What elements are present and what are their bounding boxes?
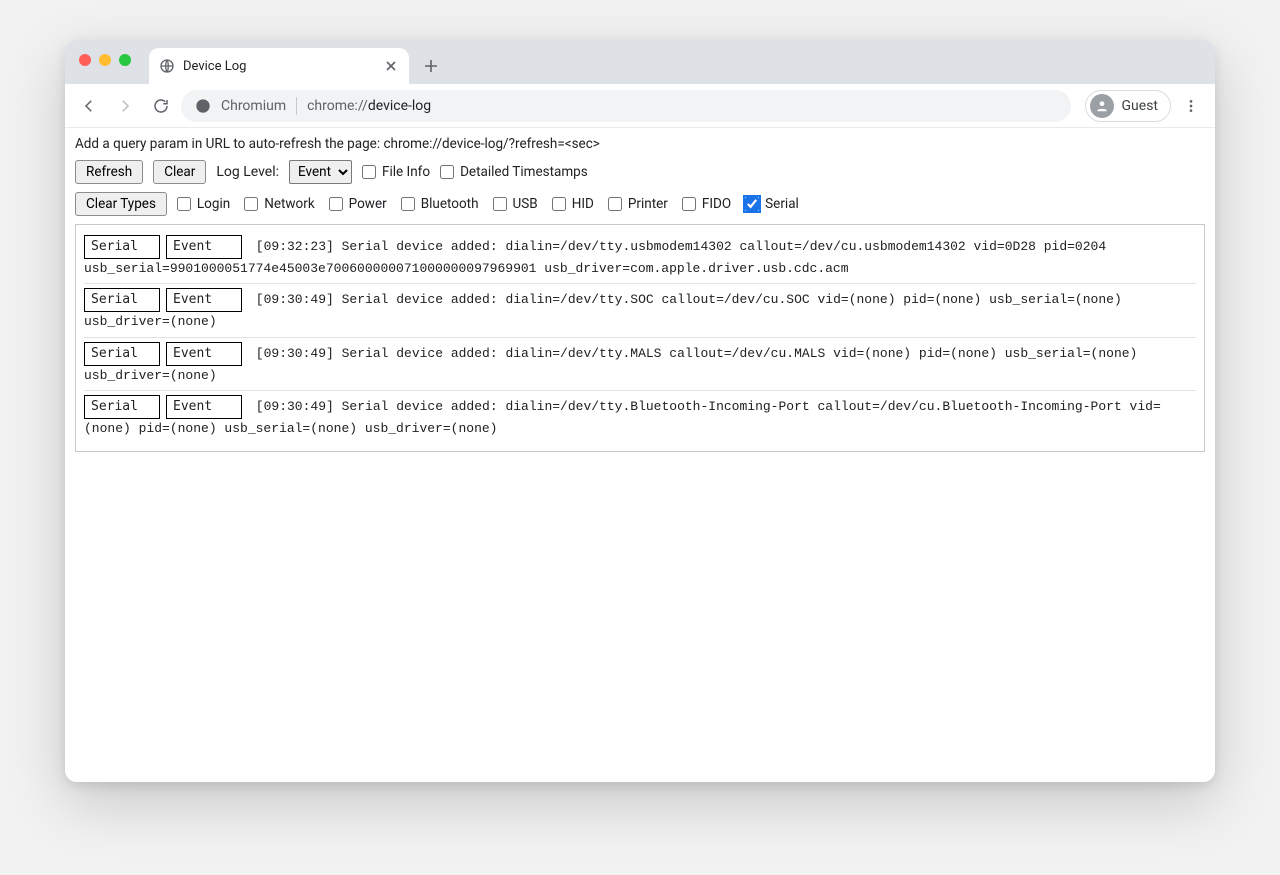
type-checkbox-group: Login Network Power Bluetooth USB HID Printer F… bbox=[177, 196, 799, 212]
new-tab-button[interactable] bbox=[417, 52, 445, 80]
clear-button[interactable]: Clear bbox=[153, 160, 206, 184]
log-level-label: Log Level: bbox=[216, 164, 279, 180]
profile-button[interactable]: Guest bbox=[1085, 90, 1171, 122]
log-entry: SerialEvent [09:30:49] Serial device add… bbox=[84, 283, 1196, 336]
type-checkbox-hid[interactable]: HID bbox=[552, 196, 594, 212]
type-checkbox-text-usb: USB bbox=[513, 196, 538, 212]
file-info-text: File Info bbox=[382, 164, 430, 180]
omnibox-separator bbox=[296, 97, 297, 115]
detailed-timestamps-checkbox[interactable] bbox=[440, 165, 454, 179]
url-scheme: chrome:// bbox=[307, 98, 368, 114]
log-entry: SerialEvent [09:30:49] Serial device add… bbox=[84, 337, 1196, 390]
log-message: [09:30:49] Serial device added: dialin=/… bbox=[84, 399, 1161, 436]
type-checkbox-input-serial[interactable] bbox=[745, 197, 759, 211]
address-bar[interactable]: Chromium chrome://device-log bbox=[181, 90, 1071, 122]
reload-button[interactable] bbox=[145, 90, 177, 122]
type-checkbox-text-network: Network bbox=[264, 196, 314, 212]
url-path: device-log bbox=[368, 98, 431, 114]
type-checkbox-network[interactable]: Network bbox=[244, 196, 314, 212]
globe-icon bbox=[159, 58, 175, 74]
type-checkbox-fido[interactable]: FIDO bbox=[682, 196, 731, 212]
kebab-menu-button[interactable] bbox=[1175, 90, 1207, 122]
type-checkbox-input-power[interactable] bbox=[329, 197, 343, 211]
log-category-tag: Serial bbox=[84, 288, 160, 312]
type-checkbox-usb[interactable]: USB bbox=[493, 196, 538, 212]
site-info-icon[interactable] bbox=[195, 98, 211, 114]
browser-toolbar: Chromium chrome://device-log Guest bbox=[65, 84, 1215, 128]
tab-strip: Device Log bbox=[65, 40, 1215, 84]
type-checkbox-input-hid[interactable] bbox=[552, 197, 566, 211]
type-checkbox-printer[interactable]: Printer bbox=[608, 196, 668, 212]
log-level-tag: Event bbox=[166, 395, 242, 419]
profile-label: Guest bbox=[1122, 98, 1158, 114]
log-level-select[interactable]: Event bbox=[289, 160, 352, 184]
controls-row-1: Refresh Clear Log Level: Event File Info… bbox=[75, 160, 1205, 184]
type-checkbox-input-network[interactable] bbox=[244, 197, 258, 211]
type-checkbox-serial[interactable]: Serial bbox=[745, 196, 799, 212]
tab-title: Device Log bbox=[183, 59, 375, 74]
avatar-icon bbox=[1090, 94, 1114, 118]
type-checkbox-text-hid: HID bbox=[572, 196, 594, 212]
log-message: [09:30:49] Serial device added: dialin=/… bbox=[84, 346, 1137, 383]
site-label: Chromium bbox=[221, 98, 286, 114]
detailed-timestamps-text: Detailed Timestamps bbox=[460, 164, 588, 180]
type-checkbox-text-printer: Printer bbox=[628, 196, 668, 212]
tab-close-button[interactable] bbox=[383, 58, 399, 74]
log-level-tag: Event bbox=[166, 342, 242, 366]
type-checkbox-power[interactable]: Power bbox=[329, 196, 387, 212]
log-panel: SerialEvent [09:32:23] Serial device add… bbox=[75, 224, 1205, 452]
type-checkbox-text-fido: FIDO bbox=[702, 196, 731, 212]
log-category-tag: Serial bbox=[84, 342, 160, 366]
back-button[interactable] bbox=[73, 90, 105, 122]
detailed-timestamps-checkbox-label[interactable]: Detailed Timestamps bbox=[440, 164, 588, 180]
type-checkbox-login[interactable]: Login bbox=[177, 196, 230, 212]
type-checkbox-input-usb[interactable] bbox=[493, 197, 507, 211]
log-entry: SerialEvent [09:30:49] Serial device add… bbox=[84, 390, 1196, 443]
controls-row-2: Clear Types Login Network Power Bluetooth US… bbox=[75, 192, 1205, 216]
refresh-button[interactable]: Refresh bbox=[75, 160, 143, 184]
log-category-tag: Serial bbox=[84, 235, 160, 259]
browser-window: Device Log Chromium c bbox=[65, 40, 1215, 782]
log-category-tag: Serial bbox=[84, 395, 160, 419]
type-checkbox-text-bluetooth: Bluetooth bbox=[421, 196, 479, 212]
type-checkbox-text-power: Power bbox=[349, 196, 387, 212]
page-content: Add a query param in URL to auto-refresh… bbox=[65, 128, 1215, 782]
omnibox-url: chrome://device-log bbox=[307, 98, 431, 114]
window-maximize-button[interactable] bbox=[119, 54, 131, 66]
type-checkbox-input-bluetooth[interactable] bbox=[401, 197, 415, 211]
type-checkbox-text-serial: Serial bbox=[765, 196, 799, 212]
file-info-checkbox[interactable] bbox=[362, 165, 376, 179]
type-checkbox-bluetooth[interactable]: Bluetooth bbox=[401, 196, 479, 212]
forward-button[interactable] bbox=[109, 90, 141, 122]
window-minimize-button[interactable] bbox=[99, 54, 111, 66]
type-checkbox-input-printer[interactable] bbox=[608, 197, 622, 211]
log-level-tag: Event bbox=[166, 235, 242, 259]
type-checkbox-text-login: Login bbox=[197, 196, 230, 212]
window-close-button[interactable] bbox=[79, 54, 91, 66]
log-entry: SerialEvent [09:32:23] Serial device add… bbox=[84, 231, 1196, 283]
clear-types-button[interactable]: Clear Types bbox=[75, 192, 167, 216]
file-info-checkbox-label[interactable]: File Info bbox=[362, 164, 430, 180]
type-checkbox-input-login[interactable] bbox=[177, 197, 191, 211]
type-checkbox-input-fido[interactable] bbox=[682, 197, 696, 211]
window-controls bbox=[79, 54, 131, 66]
browser-tab[interactable]: Device Log bbox=[149, 48, 409, 84]
log-level-tag: Event bbox=[166, 288, 242, 312]
auto-refresh-hint: Add a query param in URL to auto-refresh… bbox=[75, 136, 1205, 152]
